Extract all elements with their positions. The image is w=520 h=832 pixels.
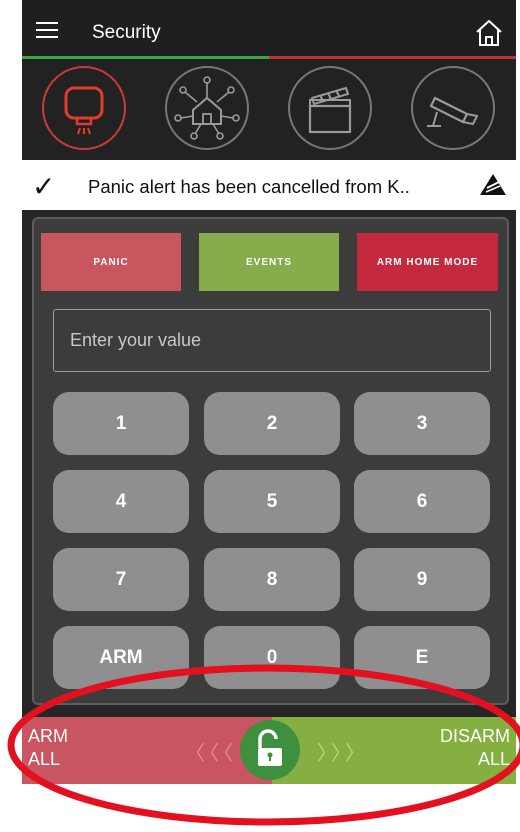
value-input[interactable] [54,310,490,371]
top-app-bar: Security [22,0,516,58]
disarm-all-label: DISARM ALL [439,726,510,769]
clapperboard-scenes-icon[interactable] [288,66,372,150]
right-chevrons: 〉〉〉 [317,743,369,765]
home-icon[interactable] [474,18,504,48]
value-input-box [53,309,491,372]
security-screen: Security ✓ Panic alert has been cancelle… [22,0,516,784]
slider-knob[interactable] [240,720,300,780]
status-notification-bar: ✓ Panic alert has been cancelled from K.… [22,160,516,210]
keypad-key-4[interactable]: 4 [53,470,189,533]
keypad-key-8[interactable]: 8 [204,548,340,611]
keypad-key-0[interactable]: 0 [204,626,340,689]
panic-button[interactable]: PANIC [41,233,181,291]
arm-disarm-slider[interactable]: ARM ALL DISARM ALL 〈〈〈 〉〉〉 [22,717,516,784]
keypad-key-2[interactable]: 2 [204,392,340,455]
checkmark-icon: ✓ [32,171,56,202]
status-message: Panic alert has been cancelled from K.. [88,176,410,197]
smart-home-network-icon[interactable] [165,66,249,150]
arm-home-mode-button[interactable]: ARM HOME MODE [357,233,498,291]
arm-all-label: ARM ALL [28,726,68,769]
keypad-key-9[interactable]: 9 [354,548,490,611]
left-chevrons: 〈〈〈 [185,743,237,765]
keypad-key-6[interactable]: 6 [354,470,490,533]
keypad-key-3[interactable]: 3 [354,392,490,455]
keypad-panel: PANIC EVENTS ARM HOME MODE 1 2 3 4 5 6 7… [32,217,509,705]
keypad-key-5[interactable]: 5 [204,470,340,533]
keypad-key-e[interactable]: E [354,626,490,689]
hamburger-menu-icon[interactable] [36,22,58,38]
alert-triangle-icon[interactable] [478,172,508,198]
unlocked-padlock-icon [258,729,282,766]
page-title: Security [92,22,161,43]
keypad-key-7[interactable]: 7 [53,548,189,611]
keypad-key-arm[interactable]: ARM [53,626,189,689]
siren-alarm-icon[interactable] [42,66,126,150]
security-camera-icon[interactable] [411,66,495,150]
events-button[interactable]: EVENTS [199,233,339,291]
keypad-key-1[interactable]: 1 [53,392,189,455]
category-icon-row [22,59,516,161]
